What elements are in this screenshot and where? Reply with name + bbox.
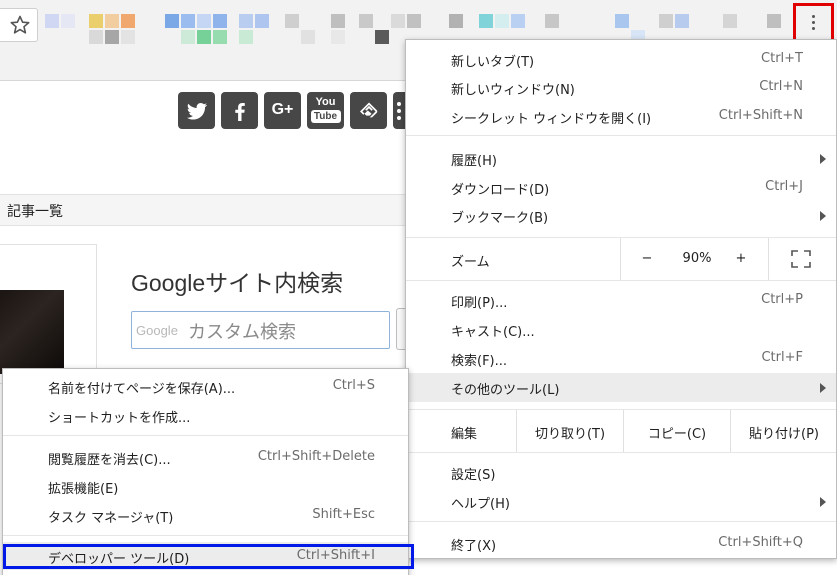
facebook-icon[interactable] xyxy=(221,92,258,129)
menu-item-label: 新しいウィンドウ(N) xyxy=(451,83,575,98)
site-search-title: Googleサイト内検索 xyxy=(131,270,344,296)
submenu-item-extensions[interactable]: 拡張機能(E) xyxy=(3,472,408,501)
menu-item-new-window[interactable]: 新しいウィンドウ(N) Ctrl+N xyxy=(406,73,836,102)
menu-item-label: 履歴(H) xyxy=(451,154,497,169)
youtube-label-bottom: Tube xyxy=(310,110,341,123)
menu-item-downloads[interactable]: ダウンロード(D) Ctrl+J xyxy=(406,173,836,202)
cut-button[interactable]: 切り取り(T) xyxy=(518,423,622,442)
address-bar-end[interactable] xyxy=(0,8,38,42)
menu-zoom-row: ズーム − 90% + xyxy=(406,238,836,280)
youtube-label-top: You xyxy=(315,96,336,108)
submenu-item-task-manager[interactable]: タスク マネージャ(T) Shift+Esc xyxy=(3,501,408,530)
search-placeholder: カスタム検索 xyxy=(188,322,296,343)
article-nav-bar: 記事一覧 xyxy=(0,194,405,226)
menu-item-incognito[interactable]: シークレット ウィンドウを開く(I) Ctrl+Shift+N xyxy=(406,102,836,131)
dev-tools-highlight-frame xyxy=(3,544,414,569)
menu-item-label: キャスト(C)... xyxy=(451,325,535,340)
submenu-item-label: タスク マネージャ(T) xyxy=(48,511,174,526)
submenu-item-label: 名前を付けてページを保存(A)... xyxy=(48,382,236,397)
menu-dot-icon xyxy=(812,15,815,18)
article-list-link[interactable]: 記事一覧 xyxy=(7,201,63,221)
menu-item-more-tools[interactable]: その他のツール(L) xyxy=(406,373,836,402)
submenu-item-save-page[interactable]: 名前を付けてページを保存(A)... Ctrl+S xyxy=(3,372,408,401)
zoom-in-button[interactable]: + xyxy=(726,251,756,266)
menu-separator xyxy=(3,435,408,436)
copy-button[interactable]: コピー(C) xyxy=(625,423,729,442)
submenu-arrow-icon xyxy=(820,154,826,164)
menu-dot-icon xyxy=(812,21,815,24)
submenu-item-label: 閲覧履歴を消去(C)... xyxy=(48,453,171,468)
menu-item-label: シークレット ウィンドウを開く(I) xyxy=(451,112,652,127)
google-plus-icon[interactable]: G+ xyxy=(264,92,301,129)
menu-item-cast[interactable]: キャスト(C)... xyxy=(406,315,836,344)
zoom-out-button[interactable]: − xyxy=(632,251,662,266)
submenu-item-shortcut: Shift+Esc xyxy=(312,507,375,522)
twitter-icon[interactable] xyxy=(178,92,215,129)
zoom-label: ズーム xyxy=(451,255,490,270)
menu-item-shortcut: Ctrl+N xyxy=(759,79,803,94)
menu-item-help[interactable]: ヘルプ(H) xyxy=(406,487,836,516)
submenu-item-shortcut: Ctrl+Shift+Delete xyxy=(257,449,375,464)
menu-item-shortcut: Ctrl+F xyxy=(761,350,803,365)
submenu-item-shortcut: Ctrl+S xyxy=(332,378,375,393)
paste-button[interactable]: 貼り付け(P) xyxy=(732,423,836,442)
menu-item-shortcut: Ctrl+T xyxy=(761,51,803,66)
menu-item-new-tab[interactable]: 新しいタブ(T) Ctrl+T xyxy=(406,45,836,74)
menu-separator xyxy=(3,535,408,536)
submenu-item-create-shortcut[interactable]: ショートカットを作成... xyxy=(3,401,408,430)
more-share-icon[interactable] xyxy=(393,92,405,129)
menu-separator xyxy=(406,280,836,281)
more-tools-submenu: 名前を付けてページを保存(A)... Ctrl+S ショートカットを作成... … xyxy=(2,368,414,575)
menu-item-print[interactable]: 印刷(P)... Ctrl+P xyxy=(406,286,836,315)
submenu-arrow-icon xyxy=(820,211,826,221)
zoom-level: 90% xyxy=(682,251,712,266)
menu-dot-icon xyxy=(812,27,815,30)
menu-item-shortcut: Ctrl+Shift+Q xyxy=(718,535,803,550)
youtube-icon[interactable]: You Tube xyxy=(307,92,344,129)
chrome-main-menu: 新しいタブ(T) Ctrl+T 新しいウィンドウ(N) Ctrl+N シークレッ… xyxy=(405,39,837,559)
edit-label: 編集 xyxy=(451,427,478,442)
feedly-icon[interactable] xyxy=(350,92,387,129)
menu-item-label: ブックマーク(B) xyxy=(451,211,549,226)
menu-item-bookmarks[interactable]: ブックマーク(B) xyxy=(406,201,836,230)
menu-item-exit[interactable]: 終了(X) Ctrl+Shift+Q xyxy=(406,529,836,558)
submenu-item-label: 拡張機能(E) xyxy=(48,482,119,497)
menu-item-label: 新しいタブ(T) xyxy=(451,55,535,70)
menu-item-label: 終了(X) xyxy=(451,539,497,554)
menu-item-label: 印刷(P)... xyxy=(451,296,508,311)
submenu-arrow-icon xyxy=(820,383,826,393)
menu-item-label: 検索(F)... xyxy=(451,354,508,369)
bookmark-star-icon[interactable] xyxy=(10,15,30,35)
menu-item-label: 設定(S) xyxy=(451,468,496,483)
menu-item-label: ヘルプ(H) xyxy=(451,497,510,512)
menu-item-settings[interactable]: 設定(S) xyxy=(406,458,836,487)
menu-separator xyxy=(406,452,836,453)
article-thumbnail[interactable] xyxy=(0,290,64,374)
menu-separator xyxy=(406,521,836,522)
submenu-item-label: ショートカットを作成... xyxy=(48,411,191,426)
google-logo: Google xyxy=(136,323,178,338)
menu-item-shortcut: Ctrl+Shift+N xyxy=(718,108,803,123)
site-search-input[interactable]: Google カスタム検索 xyxy=(131,311,390,349)
submenu-arrow-icon xyxy=(820,497,826,507)
menu-item-shortcut: Ctrl+P xyxy=(761,292,803,307)
menu-separator xyxy=(406,135,836,136)
menu-item-shortcut: Ctrl+J xyxy=(765,179,803,194)
chrome-menu-button[interactable] xyxy=(793,3,834,43)
menu-item-label: ダウンロード(D) xyxy=(451,183,550,198)
google-plus-label: G+ xyxy=(271,101,294,118)
menu-item-label: その他のツール(L) xyxy=(451,383,560,398)
submenu-item-clear-data[interactable]: 閲覧履歴を消去(C)... Ctrl+Shift+Delete xyxy=(3,443,408,472)
menu-item-find[interactable]: 検索(F)... Ctrl+F xyxy=(406,344,836,373)
fullscreen-icon[interactable] xyxy=(791,250,811,268)
menu-edit-row: 編集 切り取り(T) コピー(C) 貼り付け(P) xyxy=(406,410,836,452)
menu-item-history[interactable]: 履歴(H) xyxy=(406,144,836,173)
